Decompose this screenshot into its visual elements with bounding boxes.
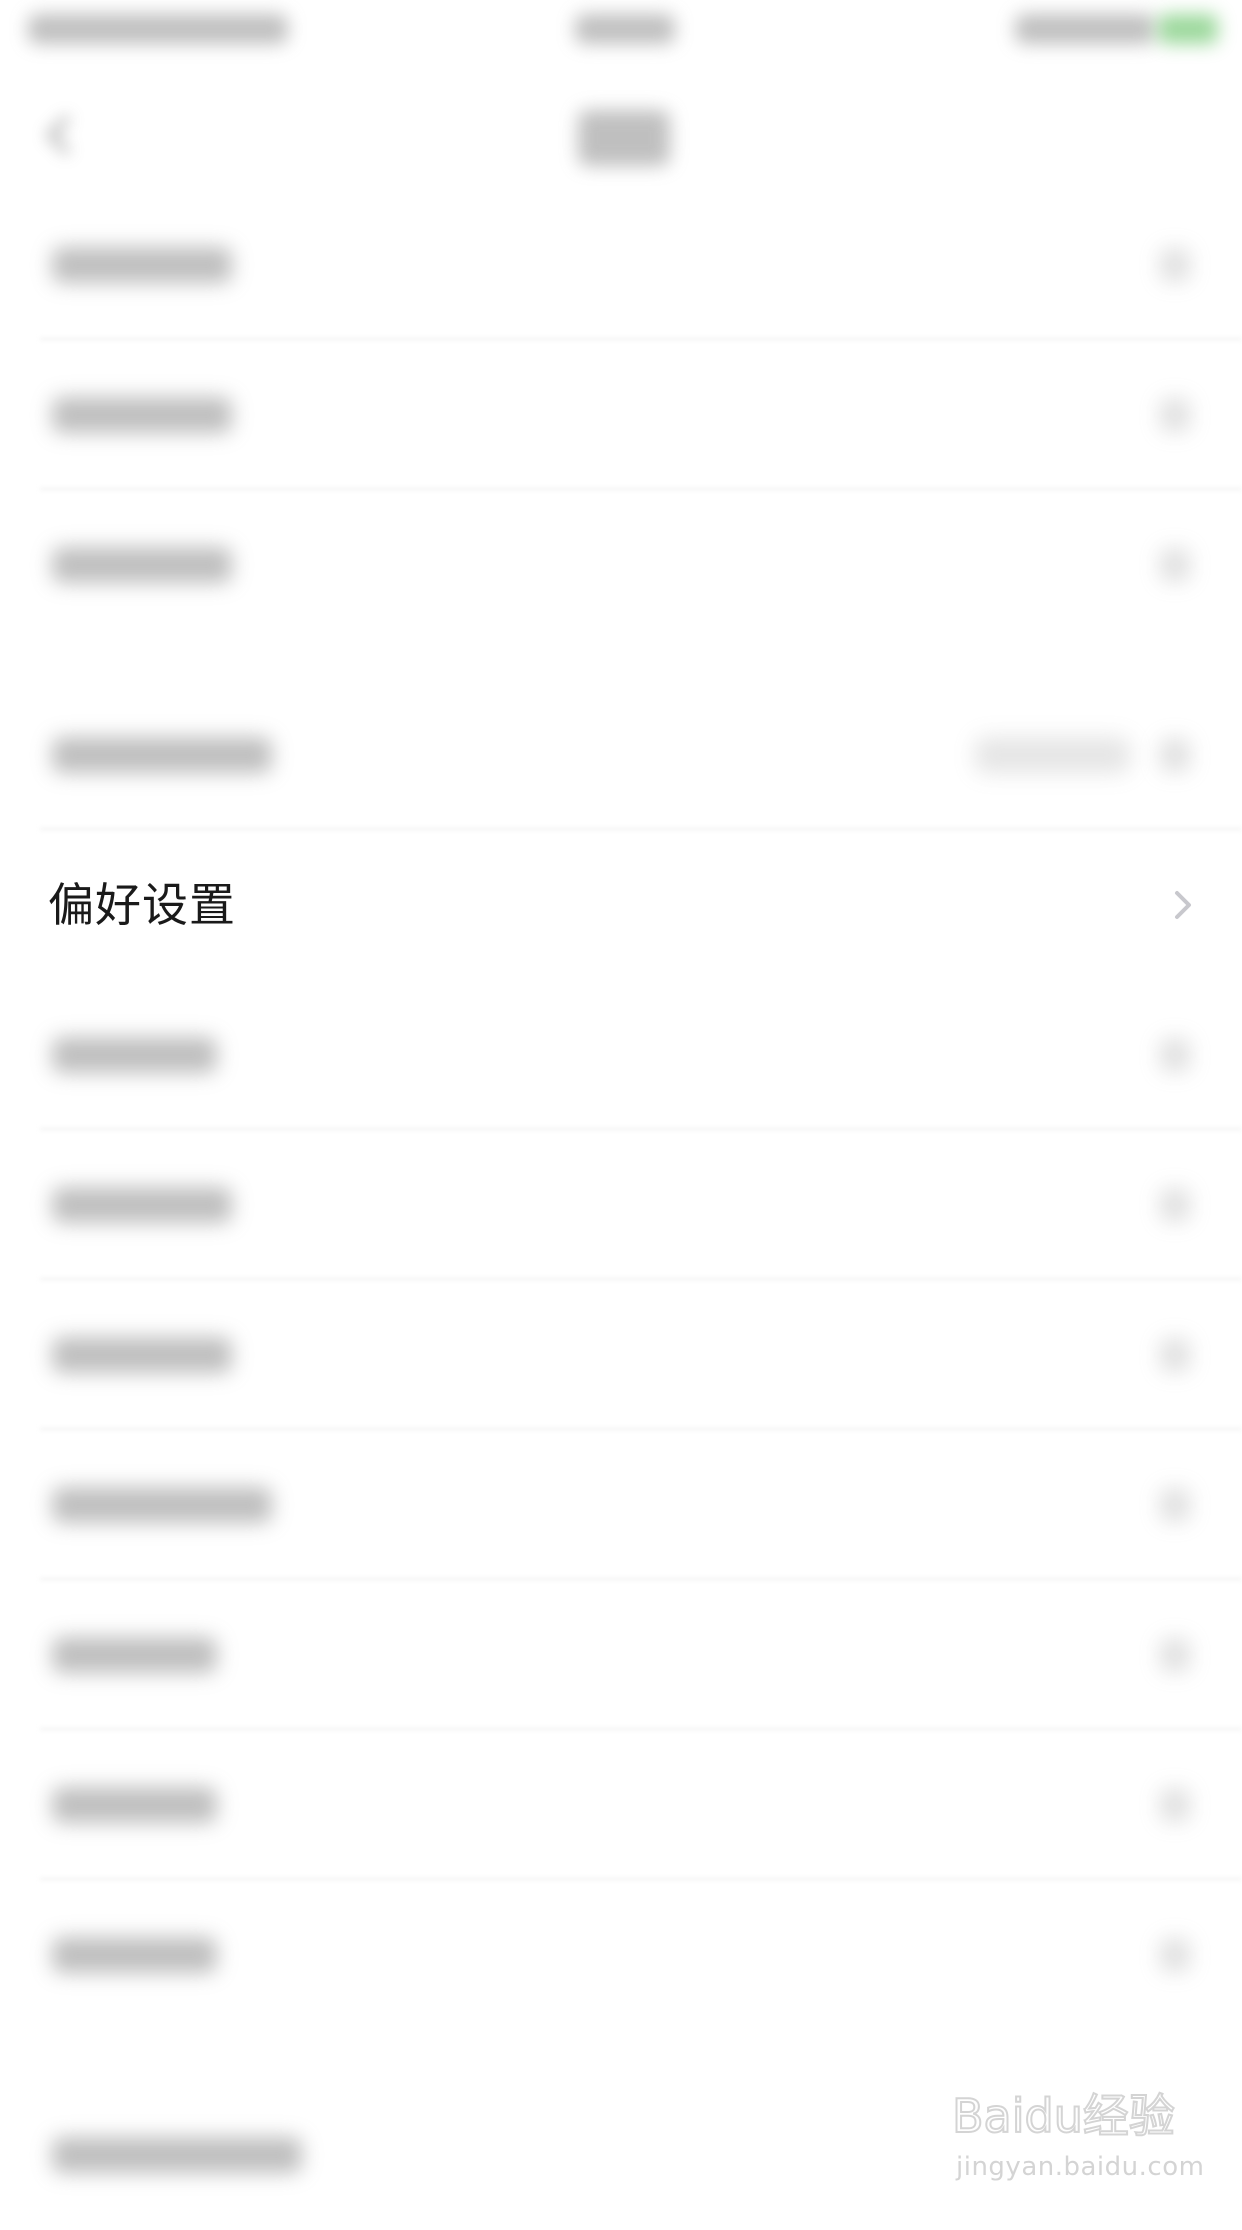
status-bar <box>0 0 1242 60</box>
row-label-blurred <box>52 1337 232 1373</box>
settings-row-blurred[interactable] <box>0 680 1242 830</box>
row-label-blurred <box>52 1637 217 1673</box>
row-label-blurred <box>52 1037 217 1073</box>
settings-row-blurred[interactable] <box>0 490 1242 640</box>
settings-row-preferences[interactable]: 偏好设置 <box>0 830 1242 980</box>
chevron-right-icon <box>1160 398 1190 432</box>
status-bar-time-blurred <box>575 14 675 44</box>
status-bar-left-blurred <box>28 14 288 44</box>
settings-row-blurred[interactable] <box>0 1130 1242 1280</box>
watermark: Baidu经验 jingyan.baidu.com <box>950 2070 1210 2190</box>
row-label-blurred <box>52 1937 217 1973</box>
row-label-blurred <box>52 2137 302 2173</box>
watermark-brand: Baidu经验 <box>952 2089 1175 2143</box>
row-label-blurred <box>52 247 232 283</box>
status-bar-right-blurred <box>1015 14 1155 44</box>
row-label-blurred <box>52 397 232 433</box>
row-label-blurred <box>52 1187 232 1223</box>
chevron-right-icon <box>1160 1938 1190 1972</box>
settings-row-blurred[interactable] <box>0 190 1242 340</box>
baidu-paw-icon: Baidu经验 <box>951 2088 1176 2144</box>
chevron-right-icon <box>1160 738 1190 772</box>
settings-row-blurred[interactable] <box>0 1880 1242 2030</box>
watermark-url: jingyan.baidu.com <box>956 2152 1205 2182</box>
settings-row-blurred[interactable] <box>0 340 1242 490</box>
settings-row-blurred[interactable] <box>0 1580 1242 1730</box>
row-label-blurred <box>52 1487 272 1523</box>
chevron-right-icon <box>1160 1188 1190 1222</box>
navigation-bar <box>0 60 1242 190</box>
row-label-blurred <box>52 1787 217 1823</box>
chevron-right-icon <box>1160 248 1190 282</box>
preferences-label: 偏好设置 <box>48 878 236 932</box>
chevron-right-icon <box>1160 1038 1190 1072</box>
row-value-blurred <box>975 737 1130 773</box>
settings-row-blurred[interactable] <box>0 980 1242 1130</box>
page-title-blurred <box>578 110 670 166</box>
chevron-right-icon <box>1160 1338 1190 1372</box>
chevron-right-icon <box>1160 1488 1190 1522</box>
settings-row-blurred[interactable] <box>0 1280 1242 1430</box>
back-icon[interactable] <box>40 115 84 159</box>
chevron-right-icon <box>1160 1788 1190 1822</box>
chevron-right-icon <box>1160 548 1190 582</box>
battery-icon <box>1158 14 1218 44</box>
settings-row-blurred[interactable] <box>0 1430 1242 1580</box>
row-label-blurred <box>52 737 272 773</box>
chevron-right-icon <box>1160 1638 1190 1672</box>
settings-row-blurred[interactable] <box>0 1730 1242 1880</box>
chevron-right-icon <box>1175 891 1191 919</box>
row-label-blurred <box>52 547 232 583</box>
